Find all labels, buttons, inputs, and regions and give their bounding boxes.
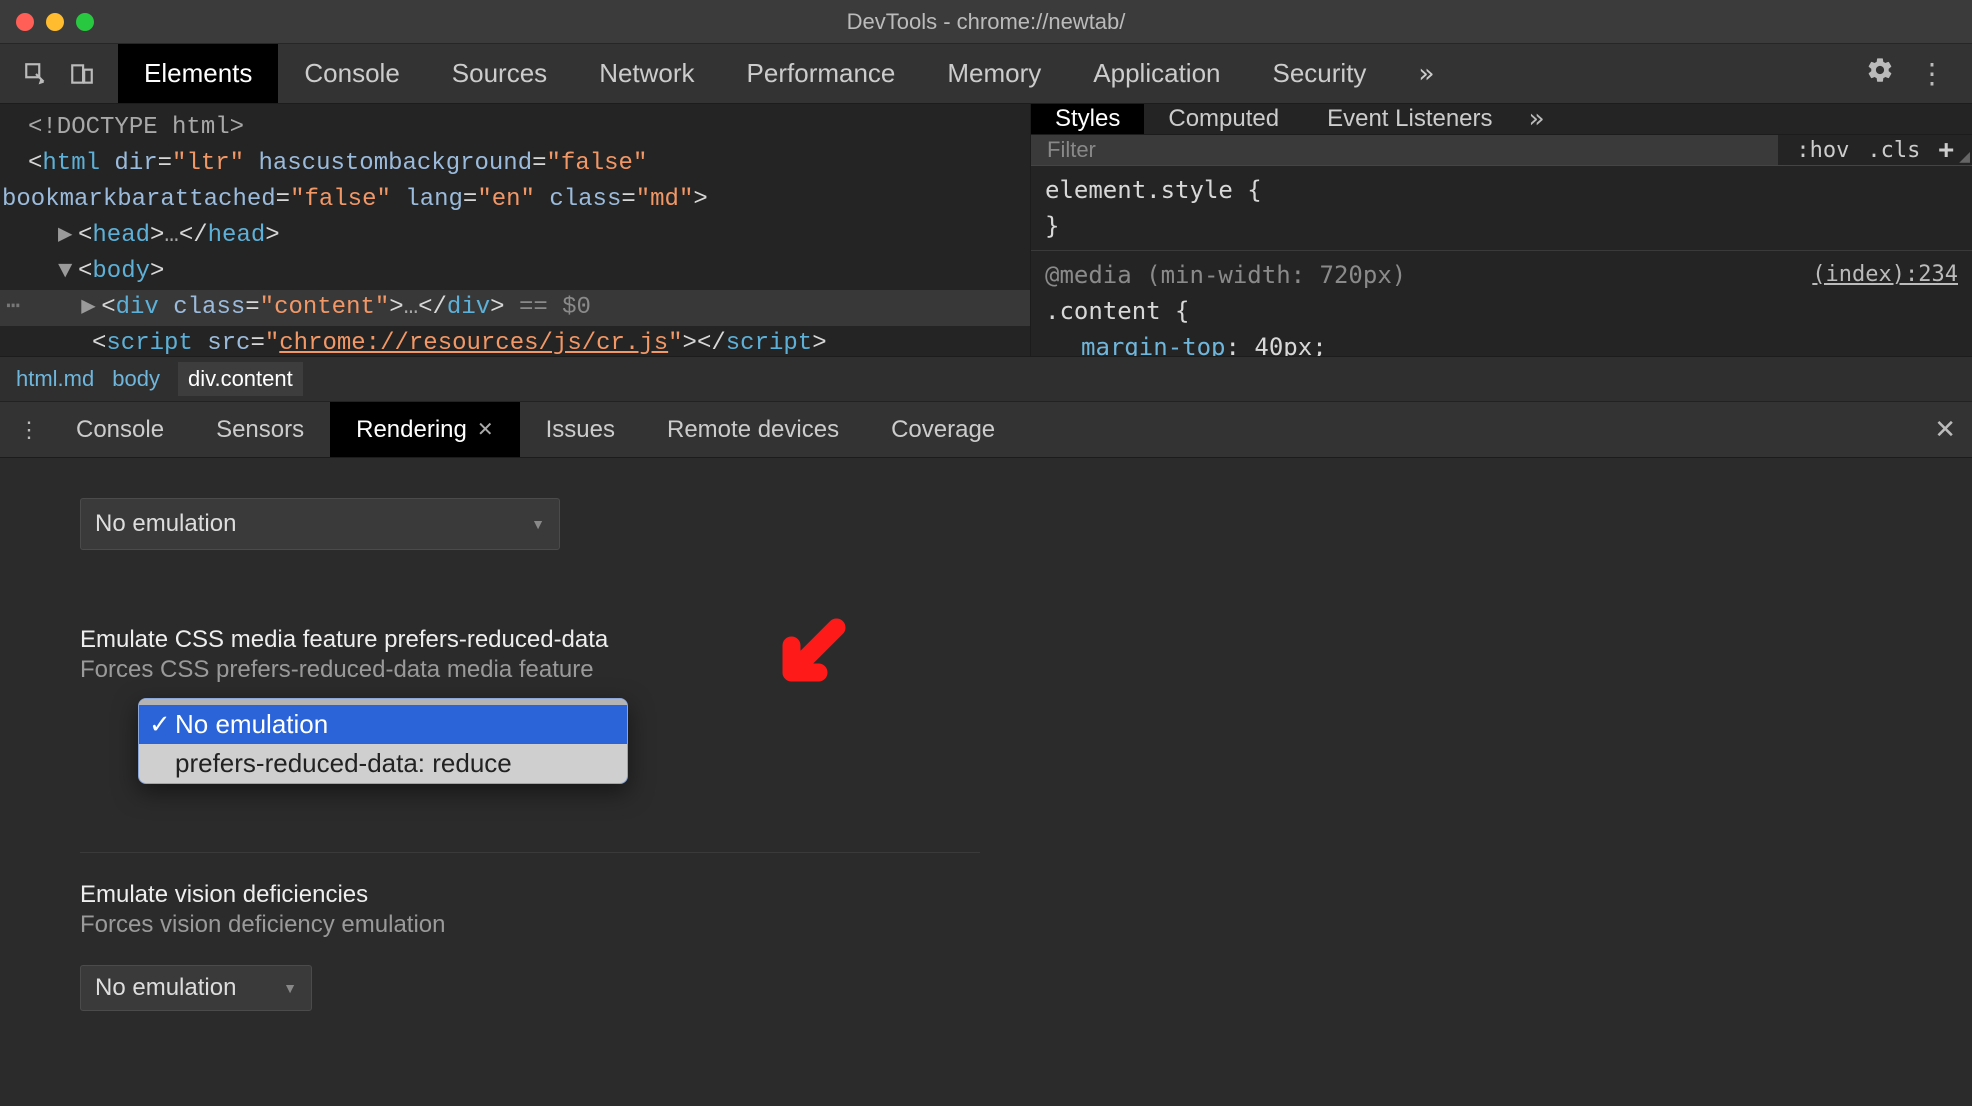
- drawer-tab-sensors[interactable]: Sensors: [190, 402, 330, 457]
- crumb-div-content[interactable]: div.content: [178, 362, 303, 396]
- chevron-down-icon: ▼: [531, 516, 545, 532]
- crumb-body[interactable]: body: [112, 366, 160, 392]
- vision-deficiencies-subtitle: Forces vision deficiency emulation: [80, 911, 980, 939]
- styles-cls-toggle[interactable]: .cls: [1867, 138, 1920, 163]
- new-style-rule-button[interactable]: +: [1938, 135, 1954, 165]
- styles-tab-styles[interactable]: Styles: [1031, 104, 1144, 134]
- tab-security[interactable]: Security: [1247, 44, 1393, 103]
- dropdown-option-reduce[interactable]: prefers-reduced-data: reduce: [139, 744, 627, 783]
- tab-network[interactable]: Network: [573, 44, 720, 103]
- main-toolbar: Elements Console Sources Network Perform…: [0, 44, 1972, 104]
- select-value: No emulation: [95, 974, 236, 1002]
- drawer-close-icon[interactable]: ✕: [1934, 414, 1956, 445]
- tab-memory[interactable]: Memory: [921, 44, 1067, 103]
- inspect-element-icon[interactable]: [18, 56, 54, 92]
- dom-body[interactable]: ▼<body>: [0, 254, 1030, 290]
- drawer-tab-issues[interactable]: Issues: [520, 402, 641, 457]
- styles-hov-toggle[interactable]: :hov: [1796, 138, 1849, 163]
- drawer-tab-remote-devices[interactable]: Remote devices: [641, 402, 865, 457]
- styles-tabs-overflow-icon[interactable]: »: [1529, 104, 1545, 134]
- drawer-tab-coverage[interactable]: Coverage: [865, 402, 1021, 457]
- dom-html-open-2[interactable]: bookmarkbarattached="false" lang="en" cl…: [0, 182, 1030, 218]
- dom-doctype: <!DOCTYPE html>: [28, 114, 244, 141]
- dom-script-cr[interactable]: <script src="chrome://resources/js/cr.js…: [0, 326, 1030, 356]
- close-icon[interactable]: ✕: [477, 417, 494, 442]
- tab-sources[interactable]: Sources: [426, 44, 573, 103]
- dom-html-open[interactable]: <html dir="ltr" hascustombackground="fal…: [0, 146, 1030, 182]
- tabs-overflow-icon[interactable]: »: [1392, 44, 1460, 103]
- annotation-arrow-icon: [760, 614, 850, 711]
- chevron-down-icon: ▼: [283, 980, 297, 996]
- vision-deficiencies-select[interactable]: No emulation ▼: [80, 965, 312, 1011]
- tab-console[interactable]: Console: [278, 44, 425, 103]
- main-tabs: Elements Console Sources Network Perform…: [118, 44, 1460, 103]
- window-titlebar: DevTools - chrome://newtab/: [0, 0, 1972, 44]
- device-toolbar-icon[interactable]: [64, 56, 100, 92]
- drawer-tab-rendering[interactable]: Rendering✕: [330, 402, 520, 457]
- tab-performance[interactable]: Performance: [721, 44, 922, 103]
- menu-kebab-icon[interactable]: ⋮: [1918, 57, 1946, 90]
- dom-breadcrumb: html.md body div.content: [0, 357, 319, 401]
- tab-application[interactable]: Application: [1067, 44, 1246, 103]
- resize-corner-icon: ◢: [1959, 148, 1970, 165]
- select-value: No emulation: [95, 510, 236, 538]
- window-title: DevTools - chrome://newtab/: [0, 9, 1972, 35]
- styles-tab-computed[interactable]: Computed: [1144, 104, 1303, 134]
- drawer: ⋮ Console Sensors Rendering✕ Issues Remo…: [0, 401, 1972, 1071]
- drawer-menu-icon[interactable]: ⋮: [8, 417, 50, 443]
- crumb-html[interactable]: html.md: [16, 366, 94, 392]
- prefers-reduced-data-dropdown[interactable]: No emulation prefers-reduced-data: reduc…: [138, 698, 628, 784]
- settings-gear-icon[interactable]: [1866, 56, 1894, 91]
- dropdown-option-no-emulation[interactable]: No emulation: [139, 705, 627, 744]
- dom-content-div[interactable]: ⋯ ▶<div class="content">…</div> == $0: [0, 290, 1030, 326]
- styles-filter-input[interactable]: [1031, 135, 1778, 165]
- styles-panel: Styles Computed Event Listeners » :hov .…: [1030, 104, 1972, 356]
- element-style-rule[interactable]: element.style { }: [1045, 172, 1958, 244]
- drawer-tab-console[interactable]: Console: [50, 402, 190, 457]
- emulate-select-generic[interactable]: No emulation ▼: [80, 498, 560, 550]
- dom-head[interactable]: ▶<head>…</head>: [0, 218, 1030, 254]
- vision-deficiencies-title: Emulate vision deficiencies: [80, 881, 980, 909]
- styles-tab-event-listeners[interactable]: Event Listeners: [1303, 104, 1516, 134]
- rule-source-link[interactable]: (index):234: [1812, 257, 1958, 293]
- tab-elements[interactable]: Elements: [118, 44, 278, 103]
- dom-tree[interactable]: <!DOCTYPE html> <html dir="ltr" hascusto…: [0, 104, 1030, 356]
